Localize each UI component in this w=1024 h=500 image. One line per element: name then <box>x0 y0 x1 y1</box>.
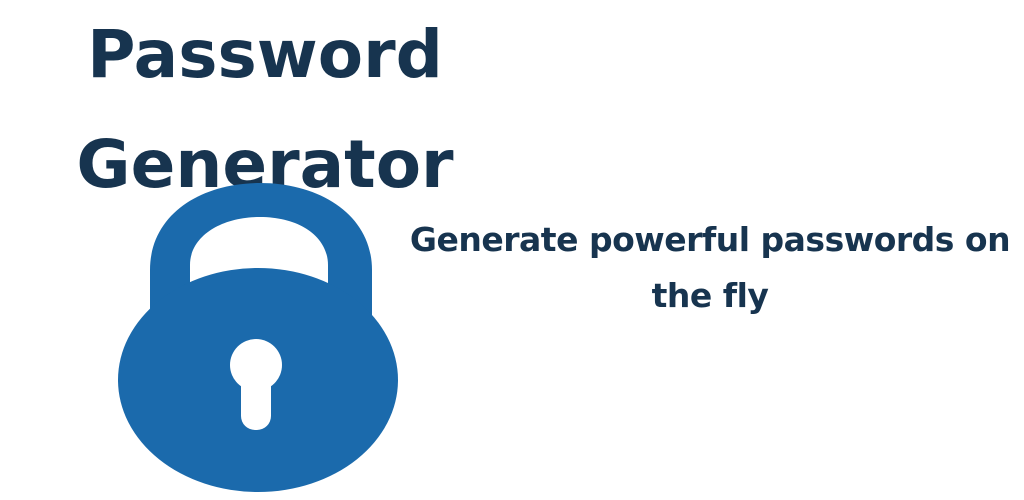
tagline: Generate powerful passwords on the fly <box>409 220 1011 315</box>
padlock-icon <box>110 175 410 495</box>
app-title-line-1: Password <box>87 16 443 93</box>
keyhole-stem <box>241 370 271 430</box>
